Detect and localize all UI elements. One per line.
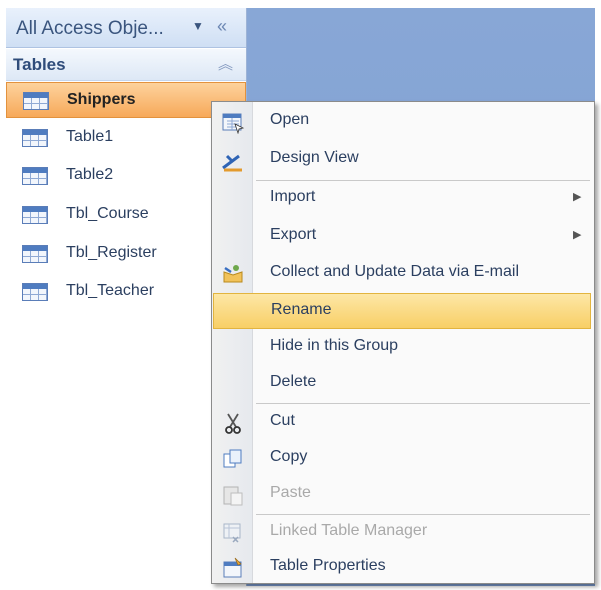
menu-item-label: Open: [270, 111, 310, 128]
double-chevron-up-icon[interactable]: ︽: [218, 53, 233, 74]
nav-item-table2[interactable]: Table2: [6, 158, 246, 194]
table-icon: [22, 129, 48, 147]
menu-item-label: Table Properties: [270, 557, 386, 574]
submenu-arrow-icon: ▶: [573, 191, 582, 203]
paste-icon: [223, 486, 243, 506]
menu-item-import[interactable]: Import ▶: [213, 181, 591, 217]
table-icon: [22, 206, 48, 224]
nav-item-tbl-teacher[interactable]: Tbl_Teacher: [6, 274, 246, 310]
menu-item-label: Paste: [270, 484, 311, 501]
menu-item-label: Collect and Update Data via E-mail: [270, 263, 520, 280]
submenu-arrow-icon: ▶: [573, 229, 582, 241]
menu-item-label: Cut: [270, 412, 295, 429]
menu-item-paste[interactable]: Paste: [213, 477, 591, 513]
menu-item-label: Hide in this Group: [270, 337, 399, 354]
linked-table-icon: [223, 523, 241, 543]
nav-item-label: Tbl_Register: [66, 244, 157, 261]
nav-item-label: Shippers: [67, 91, 136, 108]
dropdown-arrow-icon[interactable]: ▼: [192, 19, 204, 33]
double-chevron-left-icon[interactable]: «: [217, 16, 227, 37]
table-icon: [22, 283, 48, 301]
menu-item-delete[interactable]: Delete: [213, 366, 591, 402]
nav-item-tbl-course[interactable]: Tbl_Course: [6, 197, 246, 233]
nav-item-label: Table1: [66, 128, 114, 145]
menu-item-copy[interactable]: Copy: [213, 441, 591, 477]
menu-item-label: Copy: [270, 448, 308, 465]
menu-item-cut[interactable]: Cut: [213, 405, 591, 441]
group-header-tables[interactable]: Tables ︽: [6, 49, 246, 81]
menu-separator: [256, 403, 590, 404]
menu-item-design-view[interactable]: Design View: [213, 142, 591, 178]
menu-item-label: Import: [270, 188, 316, 205]
copy-icon: [223, 449, 242, 468]
nav-pane-title[interactable]: All Access Obje...: [16, 18, 164, 40]
menu-item-label: Delete: [270, 373, 317, 390]
menu-item-rename[interactable]: Rename: [213, 293, 591, 329]
nav-item-label: Tbl_Course: [66, 205, 149, 222]
open-icon: [222, 113, 245, 134]
table-icon: [22, 167, 48, 185]
group-label: Tables: [13, 55, 66, 74]
scissors-icon: [225, 413, 241, 434]
nav-item-tbl-register[interactable]: Tbl_Register: [6, 236, 246, 272]
nav-item-table1[interactable]: Table1: [6, 120, 246, 156]
context-menu: Open Design View Import ▶ Export ▶ Colle…: [211, 101, 595, 584]
menu-item-label: Linked Table Manager: [270, 522, 428, 539]
menu-item-label: Rename: [271, 301, 332, 318]
nav-item-shippers[interactable]: Shippers: [6, 82, 246, 118]
table-icon: [23, 92, 49, 110]
access-window: All Access Obje... ▼ « Tables ︽ Shippers…: [6, 8, 595, 586]
nav-item-label: Tbl_Teacher: [66, 282, 155, 299]
table-icon: [22, 245, 48, 263]
menu-item-export[interactable]: Export ▶: [213, 219, 591, 255]
menu-item-table-properties[interactable]: Table Properties: [213, 550, 591, 586]
nav-pane-header[interactable]: All Access Obje... ▼ «: [6, 8, 246, 48]
design-view-icon: [222, 154, 242, 172]
menu-item-hide-in-group[interactable]: Hide in this Group: [213, 330, 591, 366]
menu-item-open[interactable]: Open: [213, 104, 591, 140]
menu-item-collect-data[interactable]: Collect and Update Data via E-mail: [213, 256, 591, 292]
menu-item-linked-table-manager[interactable]: Linked Table Manager: [213, 515, 591, 551]
table-properties-icon: [223, 557, 242, 578]
nav-item-label: Table2: [66, 166, 114, 183]
menu-item-label: Design View: [270, 149, 359, 166]
collect-data-email-icon: [223, 265, 243, 283]
menu-item-label: Export: [270, 226, 317, 243]
